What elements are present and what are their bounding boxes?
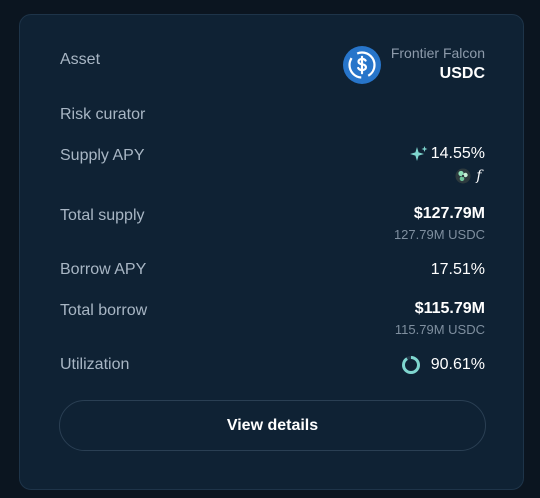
total-supply-native: 127.79M USDC <box>393 227 485 242</box>
borrow-apy-value: 17.51% <box>430 261 485 278</box>
f-token-icon: f <box>476 168 482 184</box>
vault-name: Frontier Falcon <box>390 45 485 61</box>
asset-info[interactable]: Frontier Falcon USDC <box>342 45 485 84</box>
supply-apy-label: Supply APY <box>60 147 145 164</box>
utilization-label: Utilization <box>60 356 130 373</box>
reward-icons[interactable]: f <box>410 168 485 184</box>
total-supply-usd: $127.79M <box>413 205 485 222</box>
borrow-apy-label: Borrow APY <box>60 261 147 278</box>
risk-curator-label: Risk curator <box>60 106 146 123</box>
total-borrow-row: Total borrow $115.79M 115.79M USDC <box>60 299 485 338</box>
supply-apy-row: Supply APY 14.55% f <box>60 144 485 184</box>
total-supply-label: Total supply <box>60 207 145 224</box>
total-supply-row: Total supply $127.79M 127.79M USDC <box>60 204 485 243</box>
market-card: Asset Frontier Falcon USDC Risk curator … <box>19 14 524 490</box>
asset-symbol: USDC <box>439 65 485 82</box>
total-borrow-label: Total borrow <box>60 302 148 319</box>
risk-curator-row: Risk curator <box>60 105 485 125</box>
utilization-display[interactable]: 90.61% <box>401 355 485 375</box>
usdc-coin-icon <box>342 45 381 84</box>
asset-row: Asset Frontier Falcon USDC <box>60 45 485 84</box>
supply-apy-display[interactable]: 14.55% <box>409 144 485 164</box>
view-details-button[interactable]: View details <box>59 400 486 451</box>
sparkle-icon <box>409 146 428 161</box>
supply-apy-value: 14.55% <box>430 145 485 162</box>
total-borrow-native: 115.79M USDC <box>394 322 485 337</box>
reward-token-icon <box>455 168 471 184</box>
utilization-value: 90.61% <box>430 356 485 373</box>
total-borrow-usd: $115.79M <box>414 300 485 317</box>
asset-label: Asset <box>60 51 101 68</box>
utilization-ring-icon <box>401 356 420 374</box>
utilization-row: Utilization 90.61% <box>60 355 485 375</box>
borrow-apy-row: Borrow APY 17.51% <box>60 260 485 280</box>
